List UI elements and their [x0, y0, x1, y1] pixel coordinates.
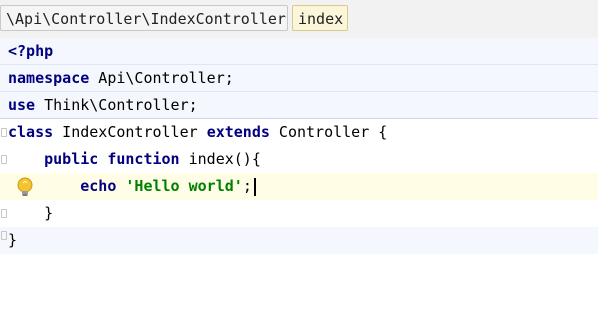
breadcrumb: \Api\Controller\IndexController index — [0, 0, 598, 39]
keyword-namespace: namespace — [8, 69, 90, 87]
php-open-tag: <?php — [8, 42, 54, 60]
keyword-echo: echo — [80, 177, 117, 195]
code-line-8[interactable]: } — [0, 227, 598, 254]
breadcrumb-item-class[interactable]: \Api\Controller\IndexController — [0, 5, 288, 31]
code-line-7[interactable]: } — [0, 200, 598, 227]
text-cursor — [253, 177, 256, 196]
keyword-extends: extends — [206, 123, 270, 141]
class-name: IndexController — [53, 123, 207, 141]
namespace-name: Api\Controller; — [89, 69, 234, 87]
code-editor[interactable]: <?php namespace Api\Controller; use Thin… — [0, 38, 598, 276]
keyword-function: function — [107, 150, 180, 168]
code-line-1[interactable]: <?php — [0, 38, 598, 65]
closing-brace: } — [8, 204, 54, 222]
fold-marker-icon[interactable] — [1, 209, 7, 218]
code-line-3[interactable]: use Think\Controller; — [0, 92, 598, 119]
fold-marker-icon[interactable] — [1, 128, 7, 137]
code-line-5[interactable]: public function index(){ — [0, 146, 598, 173]
keyword-public: public — [44, 150, 99, 168]
keyword-class: class — [8, 123, 54, 141]
keyword-use: use — [8, 96, 36, 114]
fold-marker-icon[interactable] — [1, 231, 7, 240]
breadcrumb-item-method[interactable]: index — [292, 5, 348, 31]
code-line-4[interactable]: class IndexController extends Controller… — [0, 119, 598, 146]
function-signature: index(){ — [179, 150, 261, 168]
string-literal: 'Hello world' — [125, 177, 243, 195]
closing-brace: } — [8, 231, 18, 249]
semicolon: ; — [242, 177, 252, 195]
code-line-6-current[interactable]: echo 'Hello world'; — [0, 173, 598, 200]
code-line-2[interactable]: namespace Api\Controller; — [0, 65, 598, 92]
parent-class: Controller { — [269, 123, 388, 141]
use-target: Think\Controller; — [35, 96, 198, 114]
fold-marker-icon[interactable] — [1, 155, 7, 164]
